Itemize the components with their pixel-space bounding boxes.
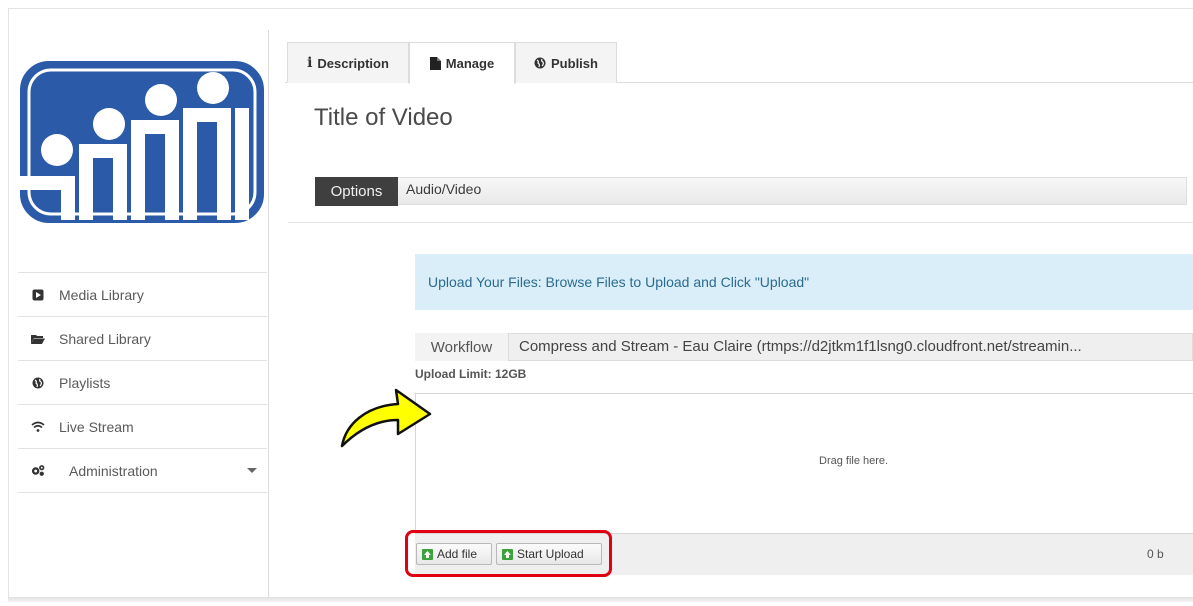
wifi-icon	[31, 420, 45, 434]
play-square-icon	[31, 288, 45, 302]
upload-limit: Upload Limit: 12GB	[415, 367, 527, 381]
chevron-down-icon[interactable]	[247, 468, 257, 473]
gears-icon	[31, 464, 45, 478]
annotation-arrow-icon	[340, 388, 432, 448]
options-button[interactable]: Options	[315, 177, 398, 206]
audio-video-tab[interactable]: Audio/Video	[406, 181, 481, 197]
sidebar-item-label: Live Stream	[59, 418, 134, 435]
total-file-size: 0 b	[1147, 547, 1164, 561]
sidebar-item-media-library[interactable]: Media Library	[18, 273, 267, 317]
sidebar-item-label: Administration	[69, 462, 158, 479]
folder-open-icon	[31, 332, 45, 346]
upload-instructions-text: Upload Your Files: Browse Files to Uploa…	[428, 274, 810, 290]
sidebar-item-administration[interactable]: Administration	[18, 449, 267, 493]
workflow-selected-value[interactable]: Compress and Stream - Eau Claire (rtmps:…	[519, 338, 1082, 355]
sidebar-item-label: Playlists	[59, 374, 111, 391]
sidebar-item-label: Shared Library	[59, 330, 151, 347]
page-title: Title of Video	[314, 104, 453, 131]
workflow-label: Workflow	[415, 333, 509, 361]
globe-icon	[534, 57, 546, 69]
sidebar-item-live-stream[interactable]: Live Stream	[18, 405, 267, 449]
file-icon	[429, 57, 441, 70]
sidebar-nav: Media Library Shared Library Playlists L…	[18, 272, 267, 493]
info-icon: i	[307, 55, 313, 71]
globe-icon	[31, 376, 45, 390]
section-divider	[288, 222, 1193, 223]
sidebar-divider	[268, 30, 269, 597]
upload-instructions-alert: Upload Your Files: Browse Files to Uploa…	[415, 254, 1193, 310]
annotation-highlight-box	[405, 530, 612, 577]
tab-manage[interactable]: Manage	[409, 42, 515, 84]
tab-description[interactable]: i Description	[287, 42, 409, 83]
file-drop-zone[interactable]	[415, 393, 1193, 534]
drop-zone-text: Drag file here.	[819, 455, 889, 467]
window-frame-bottom	[8, 597, 1193, 602]
tab-publish[interactable]: Publish	[515, 42, 617, 83]
site-logo[interactable]	[17, 58, 267, 226]
sidebar-item-shared-library[interactable]: Shared Library	[18, 317, 267, 361]
sidebar-item-label: Media Library	[59, 286, 144, 303]
sidebar-item-playlists[interactable]: Playlists	[18, 361, 267, 405]
